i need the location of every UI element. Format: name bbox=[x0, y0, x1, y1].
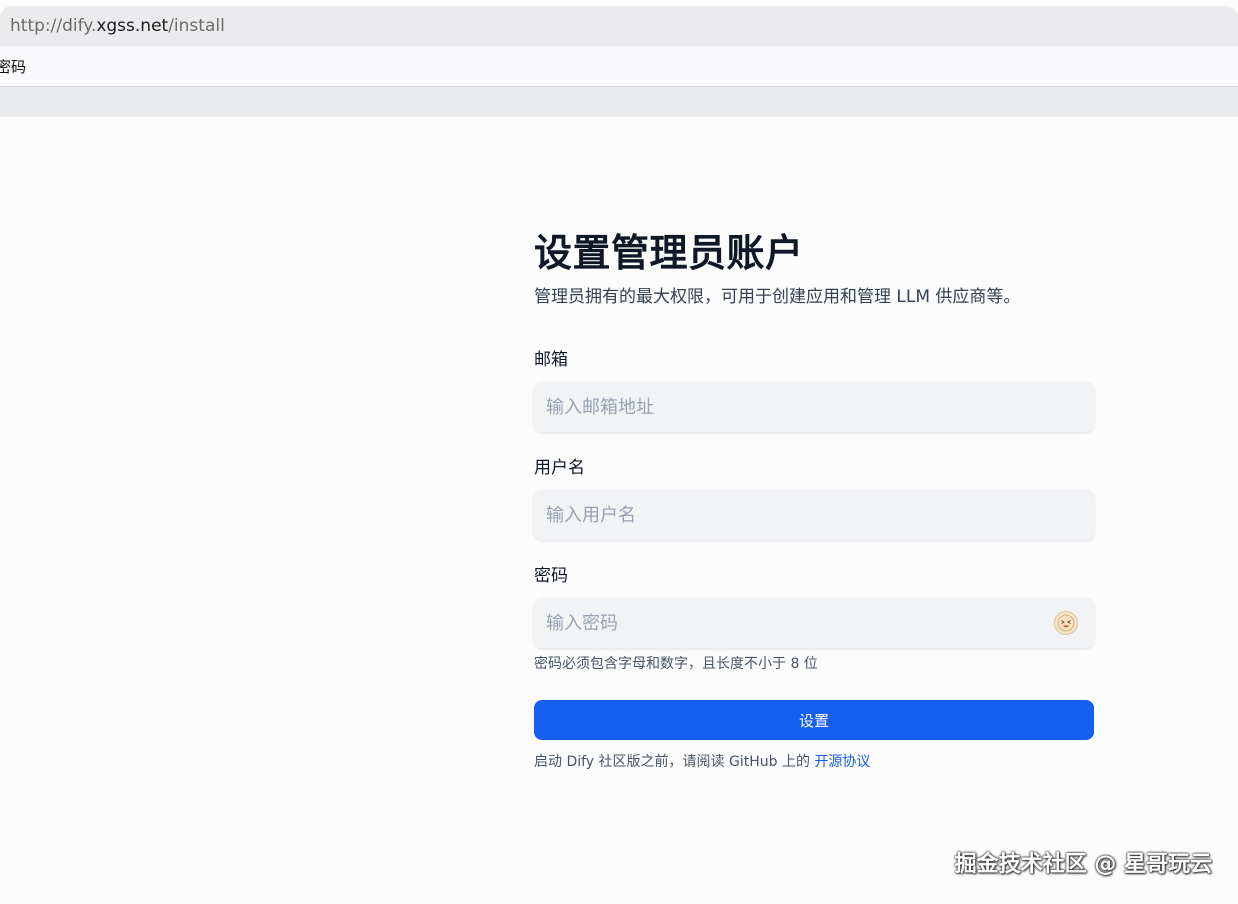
username-label: 用户名 bbox=[534, 458, 585, 478]
username-group: 用户名 bbox=[534, 456, 1094, 540]
license-link[interactable]: 开源协议 bbox=[814, 754, 870, 770]
password-field[interactable] bbox=[546, 612, 1026, 634]
license-text: 启动 Dify 社区版之前，请阅读 GitHub 上的 bbox=[534, 754, 815, 770]
url-host: xgss.net bbox=[96, 16, 169, 36]
password-label: 密码 bbox=[534, 566, 568, 586]
watermark: 掘金技术社区 @ 星哥玩云 bbox=[954, 852, 1212, 877]
emoji-hide-icon[interactable] bbox=[1054, 611, 1078, 635]
page-subtitle: 管理员拥有的最大权限，可用于创建应用和管理 LLM 供应商等。 bbox=[534, 287, 1021, 307]
install-form: 设置管理员账户 管理员拥有的最大权限，可用于创建应用和管理 LLM 供应商等。 … bbox=[534, 228, 1094, 772]
setup-button[interactable]: 设置 bbox=[534, 700, 1094, 740]
username-field[interactable] bbox=[546, 504, 1082, 526]
email-field[interactable] bbox=[546, 396, 1082, 418]
url-path: /install bbox=[168, 16, 225, 36]
username-field-wrap bbox=[534, 490, 1094, 540]
url-prefix: http://dify. bbox=[10, 16, 97, 36]
password-hint: 密码必须包含字母和数字，且长度不小于 8 位 bbox=[534, 656, 818, 672]
toolbar-band bbox=[0, 87, 1238, 117]
email-group: 邮箱 bbox=[534, 348, 1094, 432]
license-notice: 启动 Dify 社区版之前，请阅读 GitHub 上的 开源协议 bbox=[534, 752, 1094, 772]
password-group: 密码 密码必须包含字母和数字，且长度不小于 8 位 bbox=[534, 564, 1094, 674]
page-title: 设置管理员账户 bbox=[534, 231, 804, 275]
bookmark-bar: 密码 bbox=[0, 46, 1238, 87]
email-label: 邮箱 bbox=[534, 350, 568, 370]
tab-title[interactable]: 密码 bbox=[0, 56, 26, 77]
password-field-wrap bbox=[534, 598, 1094, 648]
address-bar[interactable]: http://dify. xgss.net/install bbox=[0, 6, 1238, 46]
email-field-wrap bbox=[534, 382, 1094, 432]
